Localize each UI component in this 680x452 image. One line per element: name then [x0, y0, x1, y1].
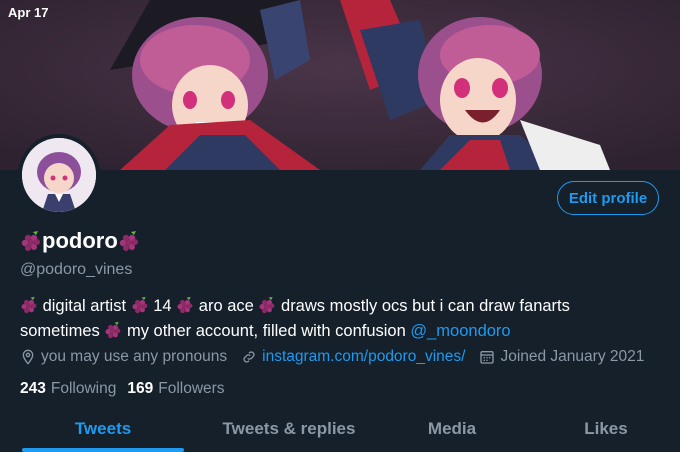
- calendar-icon: [480, 351, 495, 364]
- followers-label: Followers: [158, 380, 225, 397]
- link-icon: [243, 351, 255, 363]
- tab-label: Tweets: [74, 419, 132, 438]
- profile-meta: you may use any pronouns instagram.com/p…: [20, 348, 658, 366]
- grape-emoji-icon: [118, 230, 140, 252]
- bio-text: my other account, filled with confusion: [126, 322, 406, 340]
- display-name-text: podoro: [42, 228, 118, 253]
- profile-avatar[interactable]: [18, 134, 100, 216]
- bio-text: digital artist: [42, 297, 127, 315]
- tab-label: Likes: [584, 419, 628, 438]
- header-banner-image[interactable]: Apr 17: [0, 0, 680, 170]
- joined-text: Joined January 2021: [500, 348, 645, 365]
- following-label: Following: [50, 380, 117, 397]
- following-count: 243: [20, 380, 46, 397]
- tab-label: Tweets & replies: [222, 419, 356, 438]
- website-item[interactable]: instagram.com/podoro_vines/: [241, 348, 465, 366]
- tab-likes[interactable]: Likes: [532, 410, 680, 452]
- grape-emoji-icon: [176, 296, 194, 314]
- bio-text: aro ace: [198, 297, 254, 315]
- status-time: Apr 17: [8, 5, 49, 20]
- tab-label: Media: [427, 419, 477, 438]
- website-link[interactable]: instagram.com/podoro_vines/: [262, 348, 465, 366]
- follow-stats: 243 Following 169 Followers: [20, 380, 236, 398]
- user-handle: @podoro_vines: [20, 261, 133, 278]
- mention-link[interactable]: @_moondoro: [410, 322, 510, 340]
- grape-emoji-icon: [131, 296, 149, 314]
- profile-tabs: Tweets Tweets & replies Media Likes: [0, 410, 680, 452]
- edit-profile-button[interactable]: Edit profile: [557, 181, 659, 215]
- followers-count: 169: [127, 380, 154, 397]
- grape-emoji-icon: [104, 321, 122, 339]
- bio-text: draws mostly ocs but i can draw fanarts: [281, 297, 570, 315]
- following-link[interactable]: 243 Following: [20, 380, 116, 398]
- joined-item: Joined January 2021: [479, 348, 644, 366]
- bio-text: sometimes: [20, 322, 100, 340]
- profile-bio: digital artist 14 aro ace draws mostly o…: [20, 294, 670, 344]
- tab-tweets[interactable]: Tweets: [0, 410, 206, 452]
- display-name: podoro: [20, 228, 140, 254]
- location-item: you may use any pronouns: [20, 348, 227, 366]
- tab-media[interactable]: Media: [372, 410, 532, 452]
- grape-emoji-icon: [20, 296, 38, 314]
- location-pin-icon: [22, 349, 34, 365]
- grape-emoji-icon: [20, 230, 42, 252]
- tab-tweets-replies[interactable]: Tweets & replies: [206, 410, 372, 452]
- location-text: you may use any pronouns: [41, 348, 228, 365]
- bio-text: 14: [153, 297, 172, 315]
- followers-link[interactable]: 169 Followers: [127, 380, 224, 398]
- grape-emoji-icon: [258, 296, 276, 314]
